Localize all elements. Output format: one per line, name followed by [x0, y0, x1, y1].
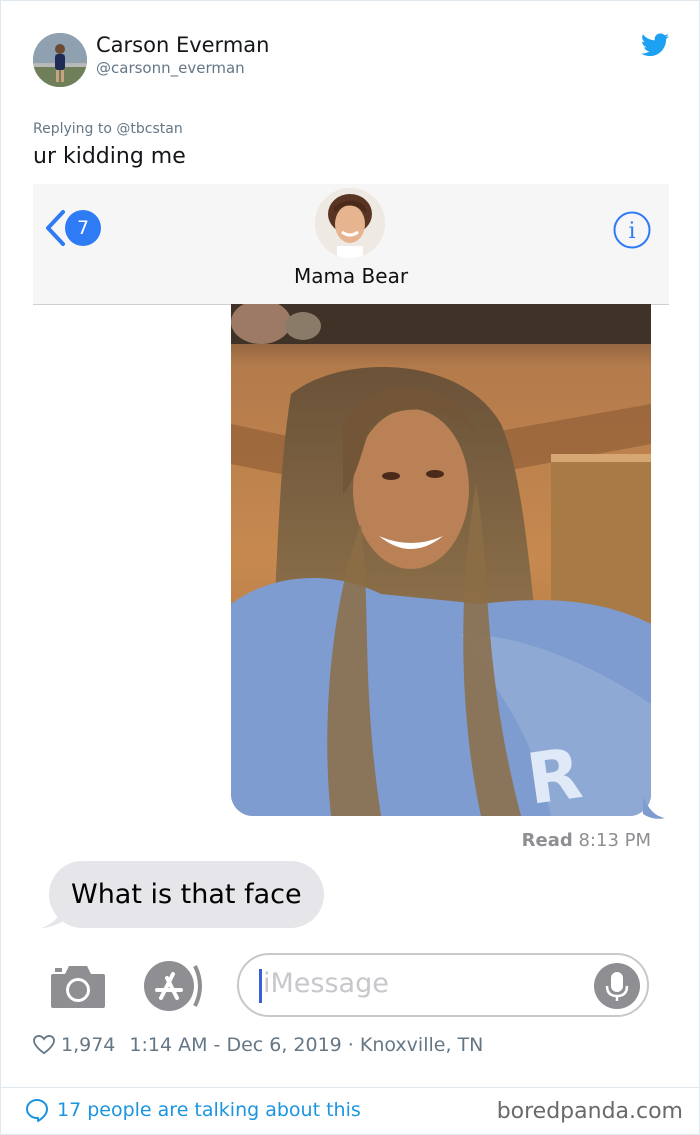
photo-message[interactable]: R — [231, 304, 651, 816]
meta-separator: · — [341, 1034, 360, 1056]
read-receipt: Read 8:13 PM — [522, 830, 651, 851]
app-store-icon[interactable] — [143, 960, 207, 1012]
replying-prefix: Replying to — [33, 121, 112, 137]
author-handle[interactable]: @carsonn_everman — [96, 59, 245, 77]
conversation-link[interactable]: 17 people are talking about this — [25, 1098, 361, 1122]
twitter-bird-icon[interactable] — [641, 33, 669, 57]
incoming-message-bubble[interactable]: What is that face — [49, 861, 324, 928]
read-time: 8:13 PM — [578, 830, 651, 851]
bubble-tail — [643, 796, 665, 820]
read-label: Read — [521, 830, 573, 851]
imessage-header: 7 Mama Bear i — [33, 184, 669, 305]
heart-icon[interactable] — [33, 1034, 55, 1055]
svg-text:R: R — [522, 732, 587, 816]
like-count[interactable]: 1,974 — [61, 1034, 115, 1056]
tweet-timestamp[interactable]: 1:14 AM - Dec 6, 2019 — [129, 1034, 341, 1056]
replying-to: Replying to @tbcstan — [33, 121, 183, 137]
contact-avatar[interactable] — [315, 188, 385, 258]
embedded-imessage-screenshot[interactable]: 7 Mama Bear i R Read 8:13 PM What is tha… — [33, 184, 669, 1029]
unread-count-badge[interactable]: 7 — [65, 210, 101, 246]
input-placeholder: iMessage — [263, 968, 389, 999]
author-avatar[interactable] — [33, 33, 87, 87]
author-name[interactable]: Carson Everman — [96, 33, 269, 57]
svg-text:i: i — [628, 219, 635, 244]
imessage-input[interactable]: iMessage — [237, 953, 649, 1017]
speech-bubble-icon — [25, 1098, 49, 1122]
chevron-left-icon[interactable] — [43, 208, 67, 248]
tweet-text: ur kidding me — [33, 144, 186, 169]
text-cursor — [259, 969, 262, 1003]
tweet-card: Carson Everman @carsonn_everman Replying… — [0, 0, 700, 1135]
site-watermark: boredpanda.com — [496, 1099, 683, 1124]
conversation-count[interactable]: 17 people are talking about this — [57, 1099, 361, 1121]
microphone-icon[interactable] — [594, 963, 640, 1009]
info-icon[interactable]: i — [612, 210, 652, 250]
contact-name[interactable]: Mama Bear — [33, 264, 669, 288]
tweet-meta: 1,974 1:14 AM - Dec 6, 2019 · Knoxville,… — [33, 1034, 483, 1056]
camera-icon[interactable] — [49, 962, 107, 1010]
tweet-location[interactable]: Knoxville, TN — [360, 1034, 483, 1056]
footer-divider — [1, 1087, 699, 1088]
replying-handle-link[interactable]: @tbcstan — [116, 121, 182, 137]
